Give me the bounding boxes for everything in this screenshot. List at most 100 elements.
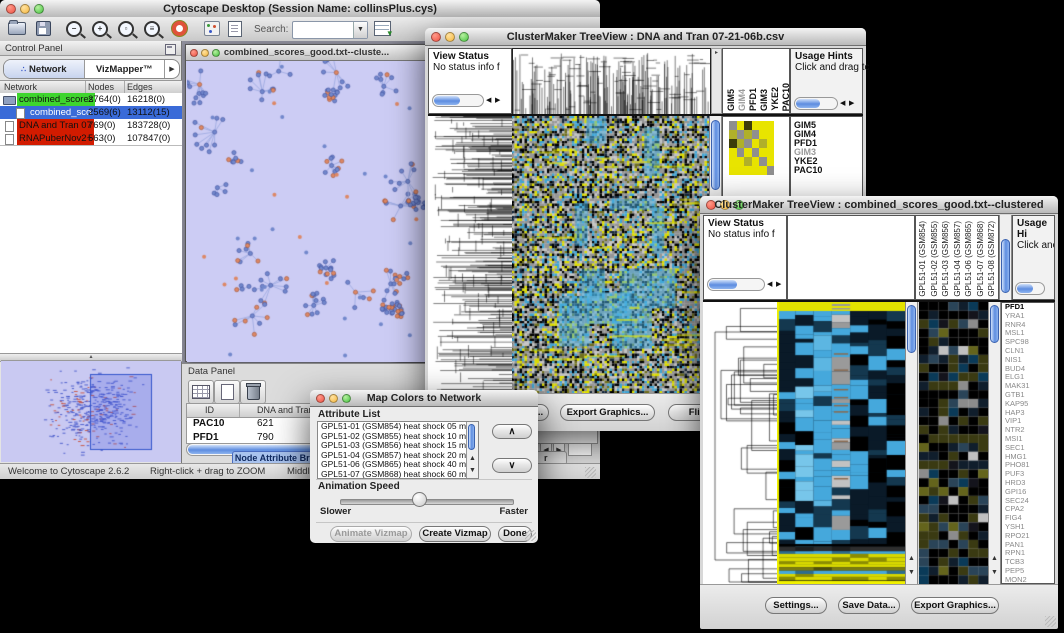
settings-button[interactable]: Settings... [765,597,827,614]
scroll-left-arrow[interactable]: ◀ [767,280,772,288]
open-session-button[interactable] [8,19,26,38]
view-status-panel: View Status No status info f ◀ ▶ [428,48,512,114]
scrollbar-thumb[interactable] [434,96,460,105]
annotation-button[interactable] [228,19,242,38]
tab-overflow-arrow[interactable]: ▶ [164,60,179,78]
main-title-bar[interactable]: Cytoscape Desktop (Session Name: collins… [0,0,600,18]
new-attribute-button[interactable] [214,380,240,404]
scroll-up-arrow[interactable]: ▲ [906,554,917,563]
attribute-select-button[interactable] [188,380,214,404]
save-data-button[interactable]: Save Data... [838,597,900,614]
column-header-nodes[interactable]: Nodes [88,82,114,92]
scroll-down-arrow[interactable]: ▼ [467,466,478,475]
global-heatmap-canvas[interactable] [512,116,709,393]
scrollbar-thumb[interactable] [796,99,820,108]
column-header-network[interactable]: Network [4,82,37,92]
speed-slider-thumb[interactable] [412,492,427,507]
network-list-row[interactable]: DNA and Tran 07769(0)183728(0) [0,119,182,132]
matrix-cell [767,166,775,175]
help-button[interactable] [172,19,187,38]
scroll-up-arrow[interactable]: ▲ [467,454,478,463]
network-nodes-count: 563(0) [88,132,115,145]
global-heatmap-canvas[interactable] [777,302,905,584]
zoom-out-button[interactable]: − [66,19,82,38]
attribute-list-item[interactable]: GPL51-07 (GSM868) heat shock 60 min [318,470,478,479]
network-list-row[interactable]: combined_scores2764(0)16218(0) [0,93,182,106]
scroll-down-arrow[interactable]: ▼ [989,568,1000,577]
scrollbar-thumb[interactable] [709,280,737,289]
status-hscrollbar[interactable] [707,278,765,291]
network-window1-title-bar[interactable]: combined_scores_good.txt--cluste... [186,45,427,61]
resize-grip[interactable] [1045,616,1056,627]
column-header-id[interactable]: ID [205,405,214,415]
file-icon [16,108,25,119]
tab-vizmapper[interactable]: VizMapper™ [85,60,165,78]
network-list-row[interactable]: RNAPuberNov2+563(0)107847(0) [0,132,182,145]
treeview-back-title-bar[interactable]: ClusterMaker TreeView : DNA and Tran 07-… [425,28,866,46]
treeview-front-title-bar[interactable]: ClusterMaker TreeView : combined_scores_… [700,196,1058,214]
status-hscrollbar[interactable] [432,94,484,107]
export-graphics-button[interactable]: Export Graphics... [911,597,999,614]
move-down-button[interactable]: ∨ [492,458,532,473]
hints-hscrollbar[interactable] [794,97,838,110]
save-session-button[interactable] [36,19,51,38]
search-input[interactable]: ▼ [292,21,368,39]
column-tree-panel[interactable] [787,215,915,300]
scroll-right-arrow[interactable]: ▶ [495,96,500,104]
import-table-button[interactable] [374,19,391,38]
create-vizmap-button[interactable]: Create Vizmap [419,526,491,542]
heatmap-vscrollbar[interactable]: ▲ ▼ [905,302,918,584]
matrix-cell [744,121,752,130]
scroll-down-arrow[interactable]: ▼ [906,568,917,577]
scrollbar-thumb[interactable] [468,424,475,450]
vizmap-button[interactable] [204,19,220,38]
zoom-matrix[interactable] [729,121,774,175]
tab-network[interactable]: ∴Network [4,60,85,78]
resize-grip[interactable] [585,467,596,478]
table-grid-icon [192,385,210,399]
zoom-fit-button[interactable]: ≡ [144,19,160,38]
scrollbar-thumb[interactable] [1017,284,1033,293]
labels-vscrollbar[interactable] [999,215,1012,300]
hints-hscrollbar[interactable] [1015,282,1045,295]
zoom-selected-button[interactable]: ▫ [118,19,134,38]
row-dendrogram-canvas[interactable] [703,302,778,584]
usage-hints-panel: Usage Hints Click and drag tc ◀ ▶ [790,48,863,114]
scrollbar-thumb[interactable] [990,305,999,343]
speed-slider-track[interactable] [340,499,514,505]
scrollbar-thumb[interactable] [1001,239,1010,293]
scroll-right-arrow[interactable]: ▶ [776,280,781,288]
resize-grip[interactable] [525,530,536,541]
row-dendrogram-canvas[interactable] [428,116,513,393]
network-nodes-count: 2569(6) [88,106,121,119]
expand-arrow-icon[interactable]: ▸ [712,49,721,56]
column-label: GIM4 [737,89,748,111]
zoom-in-button[interactable]: + [92,19,108,38]
network-list-row[interactable]: combined_sco2569(6)13112(15) [0,106,182,119]
animate-vizmap-button[interactable]: Animate Vizmap [330,526,412,542]
delete-attribute-button[interactable] [240,380,266,404]
matrix-cell [767,157,775,166]
float-panel-icon[interactable] [165,44,176,55]
move-up-button[interactable]: ∧ [492,424,532,439]
chevron-down-icon[interactable]: ▼ [353,22,367,38]
scroll-left-arrow[interactable]: ◀ [486,96,491,104]
matrix-cell [729,121,737,130]
network-overview-canvas[interactable] [2,362,180,461]
column-dendrogram-canvas[interactable] [512,48,711,116]
dialog-title-bar[interactable]: Map Colors to Network [310,390,538,407]
scroll-left-arrow[interactable]: ◀ [840,99,845,107]
column-header-edges[interactable]: Edges [127,82,153,92]
scrollbar-thumb[interactable] [907,305,916,353]
scroll-right-arrow[interactable]: ▶ [849,99,854,107]
network-view-canvas[interactable] [187,61,428,362]
export-graphics-button[interactable]: Export Graphics... [560,404,655,421]
zoom-vscrollbar[interactable]: ▲ ▼ [988,302,1001,584]
zoom-heatmap-canvas[interactable] [919,302,988,584]
scrollbar-thumb[interactable] [711,120,720,190]
attribute-list-scrollbar[interactable]: ▲ ▼ [466,422,478,478]
scroll-up-arrow[interactable]: ▲ [989,554,1000,563]
gene-label[interactable]: MON2 [1002,576,1054,584]
attribute-list[interactable]: GPL51-01 (GSM854) heat shock 05 minGPL51… [317,421,479,479]
network-view-window-1[interactable]: combined_scores_good.txt--cluste... [185,44,428,362]
